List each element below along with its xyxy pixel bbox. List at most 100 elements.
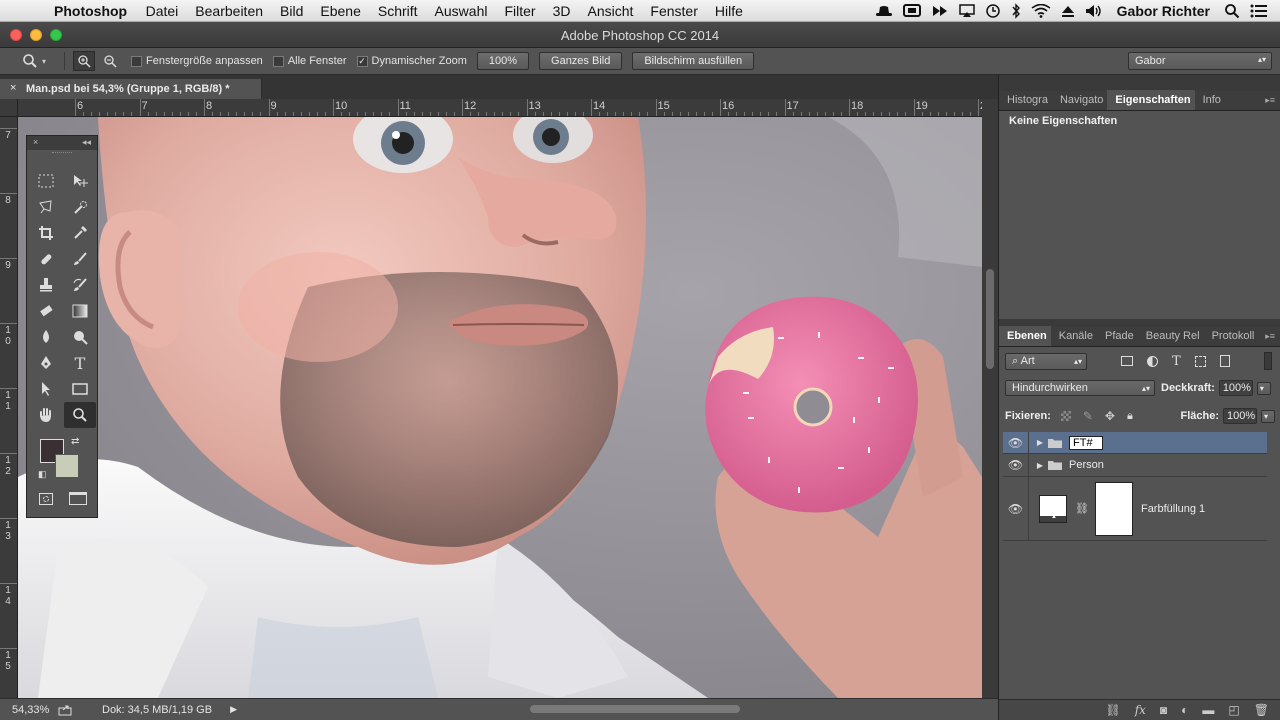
user-name[interactable]: Gabor Richter <box>1113 3 1214 19</box>
blend-mode-select[interactable]: Hindurchwirken ▴▾ <box>1005 380 1155 396</box>
layer-row[interactable]: 👁︎ ▲ ⛓︎ Farbfüllung 1 <box>1003 477 1267 541</box>
tab-layers[interactable]: Ebenen <box>999 326 1051 346</box>
fill-screen-button[interactable]: Bildschirm ausfüllen <box>632 52 755 70</box>
lasso-icon[interactable] <box>30 194 62 220</box>
lock-position-icon[interactable]: ✥ <box>1105 409 1115 423</box>
zoom-out-icon[interactable] <box>99 51 121 71</box>
visibility-eye-icon[interactable]: 👁︎ <box>1003 432 1029 453</box>
expand-group-icon[interactable]: ▶ <box>1033 438 1047 447</box>
filter-toggle[interactable] <box>1263 352 1272 370</box>
delete-layer-icon[interactable]: 🗑︎ <box>1254 703 1269 717</box>
document-canvas[interactable] <box>18 117 982 698</box>
tools-close-icon[interactable]: × <box>33 137 38 149</box>
menu-datei[interactable]: Datei <box>137 3 187 19</box>
spotlight-search-icon[interactable] <box>1224 3 1240 19</box>
brush-icon[interactable] <box>64 246 96 272</box>
all-windows-checkbox[interactable]: Alle Fenster <box>272 55 347 67</box>
tab-history[interactable]: Protokoll <box>1204 330 1259 346</box>
expand-group-icon[interactable]: ▶ <box>1033 461 1047 470</box>
link-layers-icon[interactable]: ⛓︎ <box>1105 703 1120 717</box>
layer-row[interactable]: 👁︎ ▶ Person <box>1003 454 1267 477</box>
menu-fenster[interactable]: Fenster <box>642 3 706 19</box>
dodge-icon[interactable] <box>64 324 96 350</box>
move-icon[interactable] <box>64 168 96 194</box>
workspace-select[interactable]: Gabor ▴▾ <box>1128 52 1272 70</box>
visibility-eye-icon[interactable]: 👁︎ <box>1003 477 1029 540</box>
zoom-tool-preset-icon[interactable]: ▾ <box>22 53 46 69</box>
share-icon[interactable] <box>58 704 72 716</box>
close-tab-icon[interactable]: × <box>10 82 16 94</box>
horizontal-scrollbar[interactable] <box>530 705 740 713</box>
tab-properties[interactable]: Eigenschaften <box>1107 90 1195 110</box>
lock-image-icon[interactable]: ✎ <box>1083 409 1093 423</box>
new-group-icon[interactable]: ▬ <box>1202 703 1214 717</box>
tab-beauty-retouch[interactable]: Beauty Rel <box>1138 330 1204 346</box>
eraser-icon[interactable] <box>30 298 62 324</box>
history-brush-icon[interactable] <box>64 272 96 298</box>
quick-mask-icon[interactable] <box>39 493 53 505</box>
clone-stamp-icon[interactable] <box>30 272 62 298</box>
menu-ebene[interactable]: Ebene <box>312 3 369 19</box>
eyedropper-icon[interactable] <box>64 220 96 246</box>
zoom-in-icon[interactable] <box>73 51 96 71</box>
rect-marquee-icon[interactable] <box>30 168 62 194</box>
tab-navigator[interactable]: Navigato <box>1052 94 1107 110</box>
opacity-dropdown-icon[interactable]: ▾ <box>1256 381 1271 395</box>
menu-bild[interactable]: Bild <box>272 3 312 19</box>
background-color-swatch[interactable] <box>55 454 79 478</box>
type-icon[interactable]: T <box>64 350 96 376</box>
filter-pixel-icon[interactable] <box>1121 356 1133 366</box>
layer-style-fx-icon[interactable]: fx <box>1135 703 1146 717</box>
link-icon[interactable]: ⛓︎ <box>1075 502 1089 515</box>
filter-smart-object-icon[interactable] <box>1219 355 1230 367</box>
visibility-eye-icon[interactable]: 👁︎ <box>1003 454 1029 476</box>
default-colors-icon[interactable]: ◧ <box>38 469 47 480</box>
fill-dropdown-icon[interactable]: ▾ <box>1261 409 1275 423</box>
tab-info[interactable]: Info <box>1195 94 1225 110</box>
zoom-100-button[interactable]: 100% <box>476 52 530 70</box>
zoom-tool-icon[interactable] <box>64 402 96 428</box>
volume-icon[interactable] <box>1085 4 1103 18</box>
menu-auswahl[interactable]: Auswahl <box>426 3 496 19</box>
gradient-icon[interactable] <box>64 298 96 324</box>
screen-mode-icon[interactable] <box>69 492 87 505</box>
airplay-icon[interactable] <box>958 3 975 18</box>
hand-icon[interactable] <box>30 402 62 428</box>
new-layer-icon[interactable]: ◰ <box>1228 703 1239 717</box>
ruler-vertical[interactable]: 789101112131415 <box>0 117 18 698</box>
adjustment-layer-icon[interactable]: ◐ <box>1181 703 1188 717</box>
scrubby-zoom-checkbox[interactable]: ✓ Dynamischer Zoom <box>356 55 467 67</box>
menu-ansicht[interactable]: Ansicht <box>579 3 642 19</box>
layer-filter-select[interactable]: ⌕ Art ▴▾ <box>1005 352 1087 370</box>
lock-all-icon[interactable]: 🔒︎ <box>1127 410 1133 423</box>
ruler-origin[interactable] <box>0 99 18 117</box>
layers-panel-menu-icon[interactable]: ▸≡ <box>1265 331 1275 342</box>
zoom-level[interactable]: 54,33% <box>0 704 52 716</box>
filter-shape-icon[interactable] <box>1194 355 1206 367</box>
panel-menu-icon[interactable]: ▸≡ <box>1265 95 1275 106</box>
pen-icon[interactable] <box>30 350 62 376</box>
tools-collapse-icon[interactable]: ◂◂ <box>82 137 91 149</box>
menu-bearbeiten[interactable]: Bearbeiten <box>187 3 272 19</box>
rectangle-icon[interactable] <box>64 376 96 402</box>
tab-paths[interactable]: Pfade <box>1097 330 1138 346</box>
healing-brush-icon[interactable] <box>30 246 62 272</box>
filter-adjustment-icon[interactable] <box>1147 355 1158 367</box>
layer-mask-thumbnail[interactable] <box>1094 481 1133 536</box>
screen-share-icon[interactable] <box>902 3 921 18</box>
notification-center-icon[interactable] <box>1250 4 1268 18</box>
fit-screen-button[interactable]: Ganzes Bild <box>539 52 623 70</box>
forward-icon[interactable] <box>931 4 949 18</box>
fit-window-checkbox[interactable]: Fenstergröße anpassen <box>131 55 263 67</box>
menu-app-name[interactable]: Photoshop <box>38 3 137 19</box>
hat-icon[interactable] <box>875 4 893 18</box>
time-machine-icon[interactable] <box>985 3 1001 19</box>
lock-transparent-icon[interactable] <box>1060 411 1071 421</box>
blur-icon[interactable] <box>30 324 62 350</box>
document-tab[interactable]: × Man.psd bei 54,3% (Gruppe 1, RGB/8) * <box>0 79 262 99</box>
bluetooth-icon[interactable] <box>1011 2 1021 19</box>
status-menu-arrow-icon[interactable]: ▶ <box>230 704 237 715</box>
vertical-scrollbar[interactable] <box>982 99 998 698</box>
fill-input[interactable]: 100% <box>1223 408 1257 424</box>
filter-type-icon[interactable]: T <box>1172 354 1181 369</box>
